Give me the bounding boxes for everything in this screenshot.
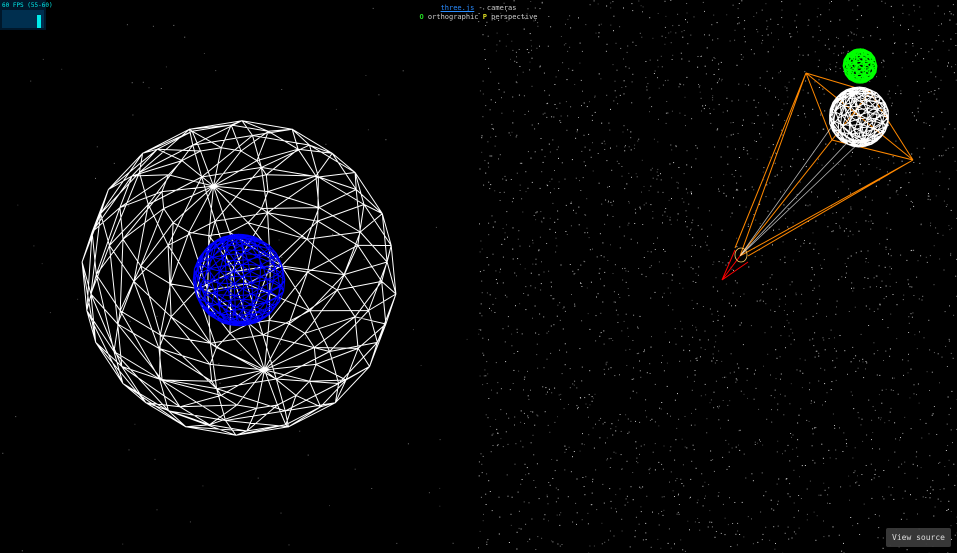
sphere-wireframe-mesh: [829, 86, 889, 148]
frustum-lines: [734, 72, 914, 257]
wireframe-sphere-green: [842, 48, 878, 84]
scene-canvas[interactable]: [0, 0, 957, 553]
three-js-viewport[interactable]: 60 FPS (55-60) three.js - cameras O orth…: [0, 0, 957, 553]
sphere-wireframe-mesh: [842, 48, 878, 84]
info-title-line: three.js - cameras: [0, 4, 957, 13]
info-keys-line: O orthographic P perspective: [0, 13, 957, 22]
sphere-wireframe-mesh: [192, 233, 286, 327]
wireframe-sphere-large: [81, 120, 397, 436]
starfield-right: [478, 0, 957, 553]
key-p-label: P: [482, 13, 487, 21]
wireframe-sphere-inner-blue: [192, 233, 286, 327]
key-o-label: O: [419, 13, 424, 21]
starfield-left: [2, 7, 468, 552]
wireframe-sphere-small-white: [829, 86, 889, 148]
info-overlay: three.js - cameras O orthographic P pers…: [0, 4, 957, 22]
sphere-wireframe-mesh: [81, 120, 397, 436]
orthographic-label: orthographic: [427, 13, 479, 21]
info-subtitle: - cameras: [478, 4, 517, 12]
view-source-button[interactable]: View source: [886, 528, 951, 547]
perspective-label: perspective: [491, 13, 538, 21]
threejs-link[interactable]: three.js: [441, 4, 475, 12]
